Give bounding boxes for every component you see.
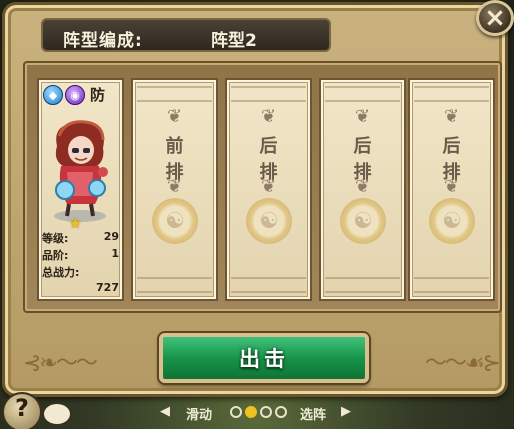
- empty-slot-back-1[interactable]: ❦ 后 排 ❦ ☯: [225, 78, 312, 301]
- page-dot[interactable]: [245, 406, 257, 418]
- scroll-ornament-icon: ❦: [166, 106, 183, 127]
- title-bar: 阵型编成: 阵型2: [41, 18, 331, 52]
- guild-emblem-icon: ☯: [246, 198, 292, 244]
- empty-slot-back-3[interactable]: ❦ 后 排 ❦ ☯: [408, 78, 495, 301]
- left-flourish-icon: ⊰❧〜〜: [23, 351, 98, 376]
- stat-level: 等级: 29: [42, 230, 119, 247]
- chat-bubble-icon[interactable]: [42, 402, 72, 426]
- position-char-1: 后: [259, 136, 278, 157]
- level-value: 29: [103, 230, 119, 243]
- hero-stats: 等级: 29 品阶: 1 总战力: 727: [42, 230, 119, 294]
- position-char-1: 后: [442, 136, 461, 157]
- water-element-icon: ◆: [43, 85, 63, 105]
- empty-slot-back-2[interactable]: ❦ 后 排 ❦ ☯: [319, 78, 406, 301]
- rank-label: 品阶:: [42, 249, 69, 262]
- scroll-ornament-icon: ❦: [260, 106, 277, 127]
- pager-swipe-label: 滑动: [186, 408, 213, 423]
- next-arrow-icon[interactable]: ▶: [341, 404, 351, 419]
- rank-value: 1: [111, 247, 119, 260]
- power-value: 727: [96, 281, 119, 294]
- power-label: 总战力:: [42, 266, 80, 279]
- scroll-ornament-icon: ❦: [260, 176, 277, 197]
- formation-label: 阵型编成:: [63, 31, 143, 51]
- prev-arrow-icon[interactable]: ◀: [160, 404, 170, 419]
- stat-rank: 品阶: 1: [42, 247, 119, 264]
- stat-power: 总战力: 727: [42, 264, 119, 294]
- position-char-1: 后: [353, 136, 372, 157]
- page-dot[interactable]: [275, 406, 287, 418]
- formation-dialog: 阵型编成: 阵型2 ◆ ◉ 防 ★ 等级: 29 品阶: 1 总战力: 727 …: [2, 2, 508, 397]
- role-label: 防: [90, 86, 106, 104]
- hero-slot-front[interactable]: ◆ ◉ 防 ★ 等级: 29 品阶: 1 总战力: 727: [37, 78, 124, 301]
- dark-element-icon: ◉: [65, 85, 85, 105]
- scroll-ornament-icon: ❦: [443, 176, 460, 197]
- close-button[interactable]: ×: [476, 0, 514, 36]
- guild-emblem-icon: ☯: [429, 198, 475, 244]
- guild-emblem-icon: ☯: [340, 198, 386, 244]
- position-char-1: 前: [165, 136, 184, 157]
- guild-emblem-icon: ☯: [152, 198, 198, 244]
- pager-select-label: 选阵: [300, 408, 327, 423]
- page-dots: [230, 406, 290, 420]
- formation-name: 阵型2: [211, 31, 257, 51]
- scroll-ornament-icon: ❦: [166, 176, 183, 197]
- action-bar: ⊰❧〜〜 出击 〜〜☙⊱: [13, 323, 509, 397]
- hero-portrait: [54, 120, 108, 222]
- help-button[interactable]: ?: [2, 392, 42, 429]
- page-dot[interactable]: [230, 406, 242, 418]
- formation-pager: ◀ 滑动 选阵 ▶: [160, 402, 356, 424]
- formation-slots-panel: ◆ ◉ 防 ★ 等级: 29 品阶: 1 总战力: 727 ❦ 前 排 ❦ ☯ …: [23, 61, 502, 313]
- dispatch-button[interactable]: 出击: [159, 333, 369, 383]
- scroll-ornament-icon: ❦: [354, 106, 371, 127]
- page-dot[interactable]: [260, 406, 272, 418]
- level-label: 等级:: [42, 232, 69, 245]
- right-flourish-icon: 〜〜☙⊱: [424, 351, 501, 376]
- empty-slot-front[interactable]: ❦ 前 排 ❦ ☯: [131, 78, 218, 301]
- scroll-ornament-icon: ❦: [443, 106, 460, 127]
- scroll-ornament-icon: ❦: [354, 176, 371, 197]
